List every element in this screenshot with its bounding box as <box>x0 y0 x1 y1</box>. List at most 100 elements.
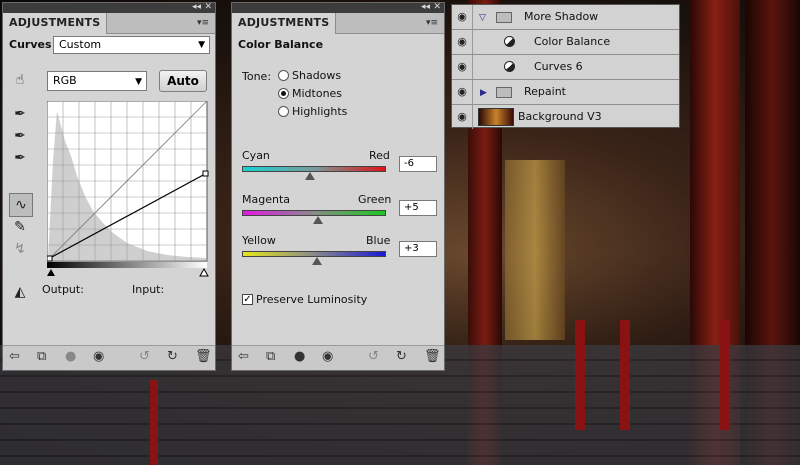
white-point-slider <box>199 267 209 277</box>
preset-value: Custom <box>59 38 102 51</box>
tab-adjustments[interactable]: ADJUSTMENTS <box>3 13 108 34</box>
layer-name: Curves 6 <box>534 60 583 73</box>
eye-icon[interactable]: ◉ <box>322 350 333 364</box>
adjustment-name: Curves <box>9 38 52 51</box>
curve-point <box>47 255 53 262</box>
group-collapsed-icon[interactable]: ▶ <box>480 88 487 98</box>
channel-dropdown[interactable]: RGB ▼ <box>47 71 147 91</box>
tab-row: ADJUSTMENTS ▾≡ <box>3 13 215 34</box>
smooth-curve-icon[interactable]: ↯ <box>11 240 29 258</box>
layer-name: Repaint <box>524 85 566 98</box>
preserve-luminosity-label: Preserve Luminosity <box>256 293 368 306</box>
layer-row-curves-6[interactable]: ◉ Curves 6 <box>452 55 679 80</box>
magenta-green-thumb[interactable] <box>313 216 323 224</box>
yellow-label: Yellow <box>242 234 276 247</box>
expand-view-icon[interactable]: ⧉ <box>37 350 46 364</box>
trash-icon[interactable]: 🗑 <box>424 350 441 364</box>
preserve-luminosity-checkbox[interactable]: ✓ <box>242 294 253 305</box>
view-previous-icon[interactable]: ↺ <box>368 350 379 364</box>
layer-row-more-shadow[interactable]: ◉ ▽ More Shadow <box>452 5 679 30</box>
layer-name: Color Balance <box>534 35 611 48</box>
layer-row-background-v3[interactable]: ◉ Background V3 <box>452 105 679 130</box>
clipping-warning-icon[interactable]: ◭ <box>11 283 29 301</box>
curves-adjustments-panel: ◂◂ ✕ ADJUSTMENTS ▾≡ Curves Custom ▼ ☝ RG… <box>2 2 216 371</box>
collapse-icon[interactable]: ◂◂ <box>421 2 430 12</box>
eyedropper-black-icon[interactable]: ✒ <box>11 105 29 123</box>
radio-shadows[interactable] <box>278 70 289 81</box>
collapse-icon[interactable]: ◂◂ <box>192 2 201 12</box>
shadows-label: Shadows <box>292 69 342 82</box>
preset-dropdown[interactable]: Custom ▼ <box>53 36 210 54</box>
midtones-label: Midtones <box>292 87 343 100</box>
green-label: Green <box>358 193 392 206</box>
doorway <box>505 160 565 340</box>
reset-icon[interactable]: ↻ <box>396 350 407 364</box>
output-label: Output: <box>42 283 84 296</box>
eyedropper-white-icon[interactable]: ✒ <box>11 149 29 167</box>
tone-label: Tone: <box>242 70 272 83</box>
layer-name: More Shadow <box>524 10 599 23</box>
magenta-green-value[interactable]: +5 <box>399 200 437 216</box>
tab-adjustments[interactable]: ADJUSTMENTS <box>232 13 337 34</box>
eye-icon[interactable]: ◉ <box>452 30 473 54</box>
radio-midtones[interactable] <box>278 88 289 99</box>
clip-to-layer-icon[interactable]: ● <box>65 350 76 364</box>
radio-highlights[interactable] <box>278 106 289 117</box>
eyedropper-gray-icon[interactable]: ✒ <box>11 127 29 145</box>
gradient-bar <box>47 262 207 268</box>
back-arrow-icon[interactable]: ⇦ <box>238 350 249 364</box>
black-point-slider <box>47 269 55 276</box>
curves-graph[interactable] <box>47 101 209 277</box>
close-icon[interactable]: ✕ <box>204 2 212 12</box>
adjustment-layer-icon <box>504 61 515 72</box>
folder-icon <box>496 12 512 23</box>
expand-view-icon[interactable]: ⧉ <box>266 350 275 364</box>
input-label: Input: <box>132 283 165 296</box>
eye-icon[interactable]: ◉ <box>452 80 473 104</box>
hand-adjust-icon[interactable]: ☝ <box>11 71 29 89</box>
magenta-label: Magenta <box>242 193 291 206</box>
curve-icon[interactable]: ∿ <box>9 193 33 217</box>
cyan-label: Cyan <box>242 149 270 162</box>
panel-titlebar: ◂◂ ✕ <box>3 2 215 13</box>
yellow-blue-thumb[interactable] <box>312 257 322 265</box>
trash-icon[interactable]: 🗑 <box>195 350 212 364</box>
yellow-blue-value[interactable]: +3 <box>399 241 437 257</box>
view-previous-icon[interactable]: ↺ <box>139 350 150 364</box>
cyan-red-thumb[interactable] <box>305 172 315 180</box>
eye-icon[interactable]: ◉ <box>452 5 473 29</box>
eye-icon[interactable]: ◉ <box>452 105 473 129</box>
back-arrow-icon[interactable]: ⇦ <box>9 350 20 364</box>
pencil-icon[interactable]: ✎ <box>11 218 29 236</box>
adjustment-name: Color Balance <box>238 38 324 51</box>
panel-bottom-toolbar: ⇦ ⧉ ● ◉ ↺ ↻ 🗑 <box>3 345 215 370</box>
railing <box>575 320 585 430</box>
railing <box>720 320 730 430</box>
layer-name: Background V3 <box>518 110 602 123</box>
panel-bottom-toolbar: ⇦ ⧉ ● ◉ ↺ ↻ 🗑 <box>232 345 444 370</box>
red-label: Red <box>369 149 390 162</box>
panel-menu-icon[interactable]: ▾≡ <box>197 18 209 28</box>
folder-icon <box>496 87 512 98</box>
panel-menu-icon[interactable]: ▾≡ <box>426 18 438 28</box>
layers-panel: ◉ ▽ More Shadow ◉ Color Balance ◉ Curves… <box>451 4 680 130</box>
curve-point <box>202 170 209 177</box>
color-balance-panel: ◂◂ ✕ ADJUSTMENTS ▾≡ Color Balance Tone: … <box>231 2 445 371</box>
railing <box>620 320 630 430</box>
chevron-down-icon: ▼ <box>135 77 142 87</box>
layer-row-repaint[interactable]: ◉ ▶ Repaint <box>452 80 679 105</box>
reset-icon[interactable]: ↻ <box>167 350 178 364</box>
blue-label: Blue <box>366 234 391 247</box>
auto-button[interactable]: Auto <box>159 70 207 92</box>
group-expanded-icon[interactable]: ▽ <box>479 13 486 23</box>
cyan-red-value[interactable]: -6 <box>399 156 437 172</box>
close-icon[interactable]: ✕ <box>433 2 441 12</box>
clip-to-layer-icon[interactable]: ● <box>294 350 305 364</box>
layer-thumbnail <box>478 108 514 126</box>
adjustment-layer-icon <box>504 36 515 47</box>
layer-row-color-balance[interactable]: ◉ Color Balance <box>452 30 679 55</box>
railing <box>150 380 158 465</box>
channel-value: RGB <box>53 74 77 87</box>
eye-icon[interactable]: ◉ <box>93 350 104 364</box>
eye-icon[interactable]: ◉ <box>452 55 473 79</box>
